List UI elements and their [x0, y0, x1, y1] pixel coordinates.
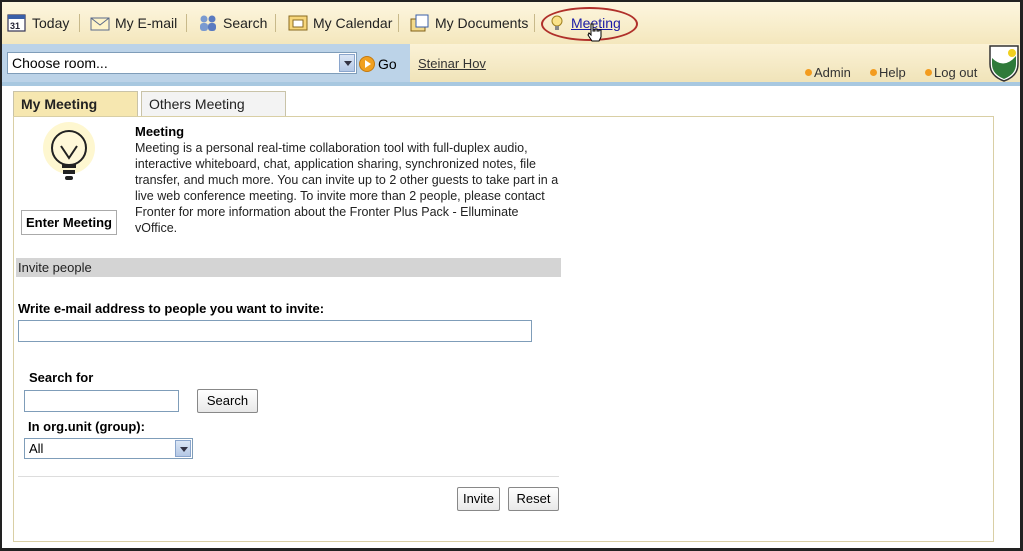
envelope-icon [90, 14, 110, 32]
nav-item-documents[interactable]: My Documents [410, 10, 528, 36]
svg-text:31: 31 [10, 21, 20, 31]
tab-others-meeting-rooms[interactable]: Others Meeting rooms [141, 91, 286, 128]
nav-divider [186, 14, 187, 32]
chevron-down-icon[interactable] [339, 54, 355, 72]
shield-logo-icon [989, 45, 1019, 82]
invite-button[interactable]: Invite [457, 487, 500, 511]
search-button[interactable]: Search [197, 389, 258, 413]
enter-meeting-button[interactable]: Enter Meeting [21, 210, 117, 235]
org-unit-value: All [29, 441, 44, 456]
nav-divider [79, 14, 80, 32]
meeting-title: Meeting [135, 124, 185, 139]
user-name-link[interactable]: Steinar Hov [418, 56, 486, 71]
nav-label-today: Today [32, 15, 70, 31]
documents-icon [410, 14, 430, 32]
org-unit-label: In org.unit (group): [28, 419, 145, 434]
search-for-label: Search for [29, 370, 94, 385]
chevron-down-icon[interactable] [175, 440, 191, 457]
arrow-right-circle-icon [359, 56, 375, 72]
nav-item-email[interactable]: My E-mail [90, 10, 177, 36]
calendar-31-icon: 31 [7, 14, 27, 32]
top-nav: 31 Today My E-mail Search My Calendar My… [2, 2, 1020, 44]
nav-item-today[interactable]: 31 Today [7, 10, 69, 36]
room-chooser-area: Choose room... Go [2, 44, 410, 86]
nav-label-documents: My Documents [435, 15, 529, 31]
logout-label: Log out [934, 65, 978, 80]
calendar-icon [288, 14, 308, 32]
invite-section-header: Invite people [16, 258, 561, 277]
nav-item-search[interactable]: Search [198, 10, 267, 36]
tab-my-meeting-room[interactable]: My Meeting room [13, 91, 138, 128]
bullet-icon [925, 69, 932, 76]
go-button[interactable]: Go [359, 56, 397, 72]
form-divider [18, 476, 559, 477]
nav-label-search: Search [223, 15, 268, 31]
choose-room-value: Choose room... [12, 55, 108, 71]
search-input[interactable] [24, 390, 179, 412]
app-window: 31 Today My E-mail Search My Calendar My… [0, 0, 1023, 551]
nav-divider [398, 14, 399, 32]
nav-divider [275, 14, 276, 32]
header-divider [2, 82, 1020, 86]
nav-label-calendar: My Calendar [313, 15, 393, 31]
people-search-icon [198, 14, 218, 32]
help-label: Help [879, 65, 906, 80]
bulb-icon [550, 14, 566, 32]
nav-divider [534, 14, 535, 32]
org-unit-select[interactable]: All [24, 438, 193, 459]
admin-label: Admin [814, 65, 851, 80]
logout-link[interactable]: Log out [925, 65, 977, 80]
email-label: Write e-mail address to people you want … [18, 301, 325, 316]
reset-button[interactable]: Reset [508, 487, 559, 511]
hand-cursor-icon [587, 23, 602, 42]
nav-item-calendar[interactable]: My Calendar [288, 10, 392, 36]
bullet-icon [870, 69, 877, 76]
choose-room-select[interactable]: Choose room... [7, 52, 357, 74]
lightbulb-icon [43, 122, 95, 180]
nav-label-email: My E-mail [115, 15, 178, 31]
admin-link[interactable]: Admin [805, 65, 851, 80]
toolbar-row: Choose room... Go Steinar Hov Admin Help… [2, 44, 1020, 86]
go-label: Go [378, 56, 397, 72]
invite-email-field[interactable] [18, 320, 532, 342]
meeting-description: Meeting is a personal real-time collabor… [135, 141, 559, 235]
help-link[interactable]: Help [870, 65, 906, 80]
bullet-icon [805, 69, 812, 76]
